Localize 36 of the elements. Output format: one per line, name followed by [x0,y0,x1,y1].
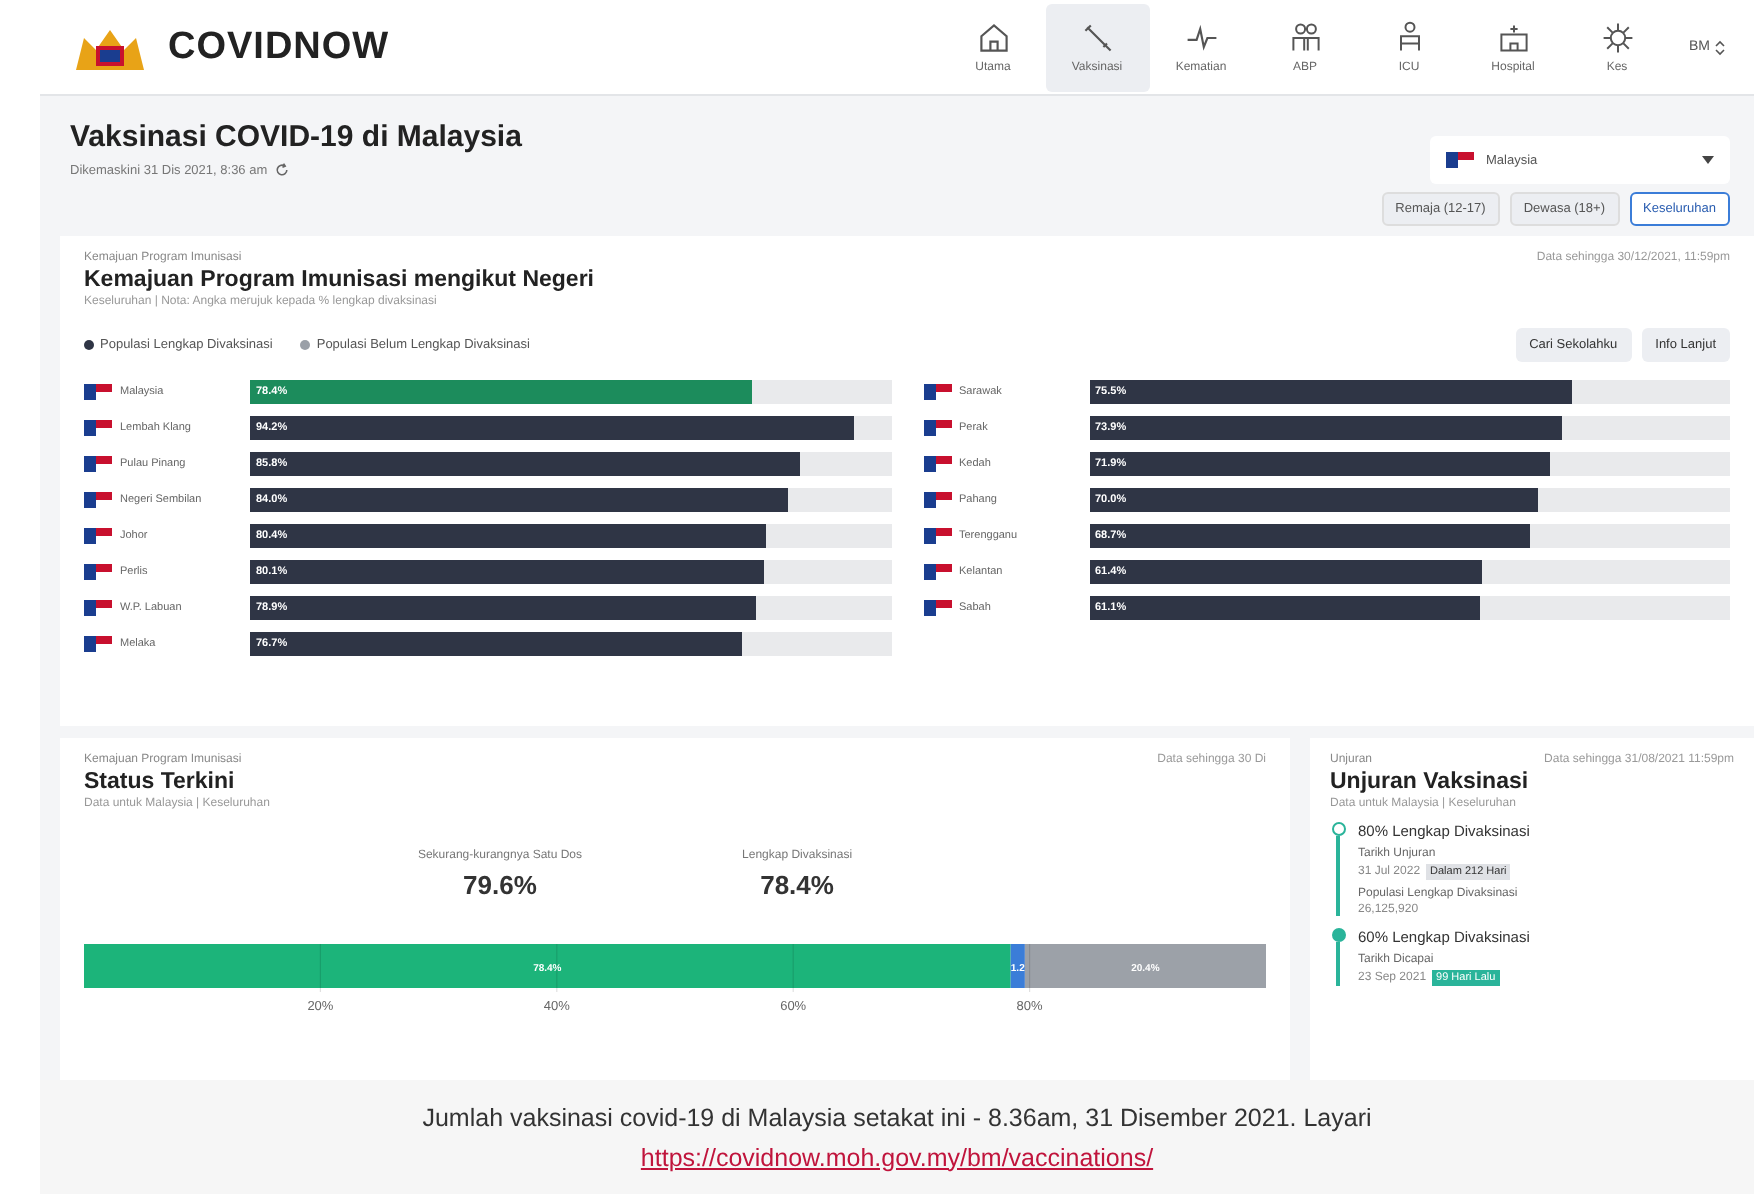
brand-name: COVIDNOW [168,25,390,69]
flag-icon [84,636,112,652]
card-title: Status Terkini [84,770,237,794]
flag-icon [923,564,951,580]
flag-icon [923,420,951,436]
house-icon [975,20,1011,56]
flag-icon [1446,152,1474,168]
card-title: Unjuran Vaksinasi [1330,770,1531,794]
refresh-icon[interactable] [273,162,290,178]
up-down-chevron-icon [1714,39,1726,55]
flag-icon [84,528,112,544]
card-title: Kemajuan Program Imunisasi mengikut Negeri [84,268,594,292]
stat-value: 79.6% [461,870,539,900]
pulse-line-icon [1183,20,1219,56]
flag-icon [84,420,112,436]
virus-icon [1599,20,1635,56]
flag-icon [923,492,951,508]
caption-link[interactable]: https://covidnow.moh.gov.my/bm/vaccinations/ [640,1143,1154,1171]
flag-icon [923,384,951,400]
flag-icon [84,564,112,580]
flag-icon [923,456,951,472]
caret-icon[interactable] [1702,156,1714,164]
flag-icon [84,492,112,508]
flag-icon [923,528,951,544]
timeline-line [1336,942,1340,986]
caption-text: Jumlah vaksinasi covid-19 di Malaysia setakat ini - 8.36am, 31 Disember 2021. Layari [422,1103,1372,1131]
page-title: Vaksinasi COVID-19 di Malaysia [70,120,522,154]
timeline-line [1336,836,1340,916]
syringe-icon [1079,20,1115,56]
flag-icon [923,600,951,616]
people-icon [1287,20,1323,56]
flag-icon [84,600,112,616]
flag-icon [84,384,112,400]
hospital-icon [1495,20,1531,56]
stat-value: 78.4% [758,870,836,900]
flag-icon [84,456,112,472]
